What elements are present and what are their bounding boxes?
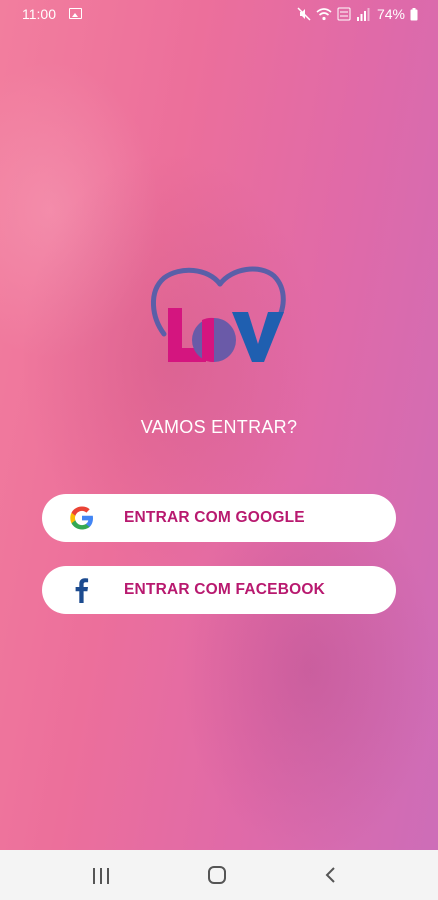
google-login-button[interactable]: ENTRAR COM GOOGLE xyxy=(42,494,396,542)
wifi-icon xyxy=(316,7,332,20)
battery-icon xyxy=(410,7,418,20)
status-time: 11:00 xyxy=(22,6,56,22)
lov-logo xyxy=(150,266,286,363)
facebook-login-label: ENTRAR COM FACEBOOK xyxy=(124,581,325,598)
mute-icon xyxy=(297,7,311,21)
status-icons: 74% xyxy=(297,6,418,22)
login-prompt: VAMOS ENTRAR? xyxy=(140,417,298,437)
signal-icon xyxy=(356,7,370,21)
battery-percent: 74% xyxy=(376,6,405,22)
gallery-icon xyxy=(69,8,82,19)
status-bar: 11:00 74% xyxy=(0,0,438,28)
login-screen: 11:00 74% VAMOS ENTRAR? ENTRAR COM GOOGL… xyxy=(0,0,438,850)
back-icon[interactable] xyxy=(322,866,340,884)
recents-icon[interactable] xyxy=(93,868,111,884)
facebook-icon xyxy=(75,578,89,603)
google-icon xyxy=(70,506,93,530)
navigation-bar xyxy=(0,850,438,900)
volte-icon xyxy=(337,7,351,21)
facebook-login-button[interactable]: ENTRAR COM FACEBOOK xyxy=(42,566,396,614)
home-icon[interactable] xyxy=(208,866,226,884)
google-login-label: ENTRAR COM GOOGLE xyxy=(124,509,305,526)
